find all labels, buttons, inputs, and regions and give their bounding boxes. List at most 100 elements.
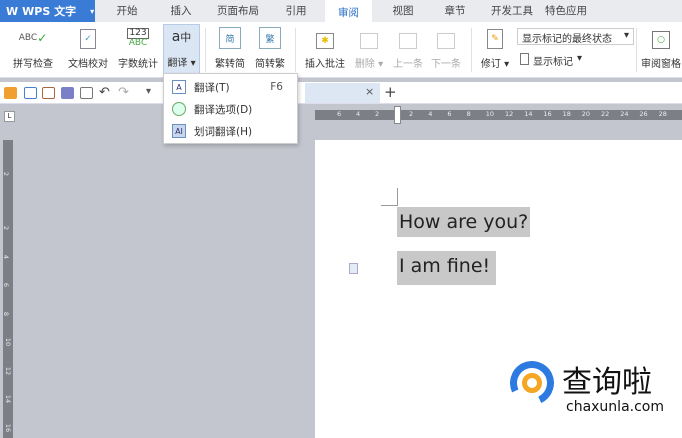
menu-item-label: 翻译选项(D) <box>194 103 253 116</box>
word-translate-icon: AI <box>172 124 186 138</box>
menu-item-translate-options[interactable]: 翻译选项(D) <box>164 98 297 120</box>
track-changes-icon: ✎ <box>487 29 503 49</box>
ruler-tick-label: 16 <box>543 110 552 118</box>
doc-proof-label: 文档校对 <box>68 59 108 70</box>
margin-mark <box>397 188 398 206</box>
export-pdf-icon[interactable] <box>42 87 55 99</box>
markup-state-select[interactable]: 显示标记的最终状态 ▾ <box>517 28 634 45</box>
settings-icon <box>172 102 186 116</box>
open-icon[interactable] <box>4 87 17 99</box>
save-icon[interactable] <box>24 87 37 99</box>
translate-button[interactable]: a中 翻译 ▾ <box>163 24 200 76</box>
menu-item-translate[interactable]: A 翻译(T) F6 <box>164 76 297 98</box>
ruler-tick-label: 14 <box>4 394 13 404</box>
document-icon <box>520 53 529 65</box>
delete-comment-button[interactable]: 删除 ▾ <box>352 24 386 76</box>
ruler-tick-label: 2 <box>375 110 380 118</box>
vertical-ruler[interactable]: 2 2 4 6 8 10 12 14 16 <box>2 140 13 438</box>
divider <box>295 28 296 72</box>
insert-comment-button[interactable]: ✱ 插入批注 <box>300 24 350 76</box>
spell-check-button[interactable]: ABC ✓ 拼写检查 <box>4 24 62 76</box>
ruler-tick-label: 18 <box>562 110 571 118</box>
menu-item-word-translate[interactable]: AI 划词翻译(H) <box>164 120 297 142</box>
ruler-tick-label: 14 <box>524 110 533 118</box>
ruler-tick-label: 28 <box>658 110 667 118</box>
ruler-tick-label: 12 <box>4 366 13 375</box>
tab-references[interactable]: 引用 <box>281 0 311 22</box>
doc-proof-button[interactable]: ✓ 文档校对 <box>64 24 112 76</box>
ruler-tick-label: 12 <box>505 110 514 118</box>
shortcut-label: F6 <box>270 81 283 93</box>
chevron-down-icon: ▾ <box>90 6 95 16</box>
show-markup-button[interactable]: 显示标记 ▾ <box>520 53 582 68</box>
ruler-tick-label: 6 <box>447 110 452 118</box>
ruler-tick-label: 4 <box>356 110 361 118</box>
review-pane-icon: ○ <box>652 31 670 49</box>
show-markup-label: 显示标记 <box>533 57 573 68</box>
tab-chapter[interactable]: 章节 <box>440 0 470 22</box>
translate-label: 翻译 ▾ <box>167 58 196 69</box>
spell-check-icon: ABC ✓ <box>18 31 48 45</box>
spell-check-label: 拼写检查 <box>13 59 53 70</box>
ruler-tick-label: 10 <box>485 110 495 118</box>
ruler-tick-label: 20 <box>581 110 591 118</box>
watermark-url: chaxunla.com <box>566 399 664 415</box>
tab-layout[interactable]: 页面布局 <box>212 0 264 22</box>
insert-comment-icon: ✱ <box>316 33 334 49</box>
simp-to-trad-label: 简转繁 <box>255 59 285 70</box>
watermark-name: 查询啦 <box>562 365 652 400</box>
app-title: WPS 文字 <box>22 5 77 18</box>
undo-icon[interactable]: ↶ <box>99 85 110 100</box>
word-count-button[interactable]: 123 ABC 字数统计 <box>114 24 162 76</box>
previous-comment-button[interactable]: 上一条 <box>390 24 426 76</box>
review-pane-button[interactable]: ○ 审阅窗格 <box>638 24 682 76</box>
translate-icon: A <box>172 80 186 94</box>
redo-icon[interactable]: ↷ <box>118 85 129 100</box>
trad-to-simp-icon: 简 <box>219 27 241 49</box>
ruler-tick-label: 2 <box>2 225 11 231</box>
chevron-down-icon: ▾ <box>577 53 583 64</box>
customize-toolbar-icon[interactable]: ▾ <box>146 86 151 97</box>
simp-to-trad-button[interactable]: 繁 简转繁 <box>251 24 289 76</box>
watermark-logo: 查询啦 chaxunla.com <box>503 354 682 425</box>
review-pane-label: 审阅窗格 <box>641 59 681 70</box>
ruler-tick-label: 10 <box>4 337 13 347</box>
tab-insert[interactable]: 插入 <box>166 0 196 22</box>
logo-search-icon <box>522 373 542 393</box>
track-changes-button[interactable]: ✎ 修订 ▾ <box>476 24 514 76</box>
tab-developer[interactable]: 开发工具 <box>486 0 538 22</box>
tab-view[interactable]: 视图 <box>388 0 418 22</box>
close-tab-icon[interactable]: × <box>365 85 374 98</box>
chevron-down-icon: ▾ <box>623 30 629 41</box>
translate-icon: a中 <box>171 29 192 45</box>
menu-item-label: 翻译(T) <box>194 81 230 94</box>
document-line[interactable]: How are you? <box>397 207 531 237</box>
next-comment-button[interactable]: 下一条 <box>428 24 464 76</box>
divider <box>471 28 472 72</box>
word-count-label: 字数统计 <box>118 59 158 70</box>
document-line[interactable]: I am fine! <box>397 251 497 285</box>
word-count-icon: 123 ABC <box>127 28 149 48</box>
tab-stop-selector[interactable]: L <box>4 111 15 122</box>
delete-label: 删除 ▾ <box>354 59 384 70</box>
divider <box>636 28 637 72</box>
print-icon[interactable] <box>61 87 74 99</box>
tab-home[interactable]: 开始 <box>112 0 142 22</box>
ruler-tick-label: 26 <box>639 110 648 118</box>
tab-features[interactable]: 特色应用 <box>540 0 592 22</box>
tab-review[interactable]: 审阅 <box>325 0 372 22</box>
trad-to-simp-button[interactable]: 简 繁转简 <box>211 24 249 76</box>
print-preview-icon[interactable] <box>80 87 93 99</box>
ruler-tick-label: 6 <box>337 110 342 118</box>
wps-logo-icon: W <box>6 4 19 18</box>
horizontal-ruler[interactable]: 6 4 2 2 4 6 8 10 12 14 16 18 20 22 24 26 28 <box>315 110 682 120</box>
app-menu-button[interactable]: W WPS 文字 ▾ <box>0 0 95 22</box>
next-comment-icon <box>437 33 455 49</box>
paragraph-layout-icon[interactable] <box>349 263 358 274</box>
document-tab[interactable]: × <box>305 83 380 103</box>
track-label: 修订 ▾ <box>480 59 510 70</box>
previous-comment-icon <box>399 33 417 49</box>
markup-state-value: 显示标记的最终状态 <box>522 34 612 45</box>
new-tab-icon[interactable]: + <box>384 83 397 101</box>
indent-marker[interactable] <box>394 106 401 124</box>
